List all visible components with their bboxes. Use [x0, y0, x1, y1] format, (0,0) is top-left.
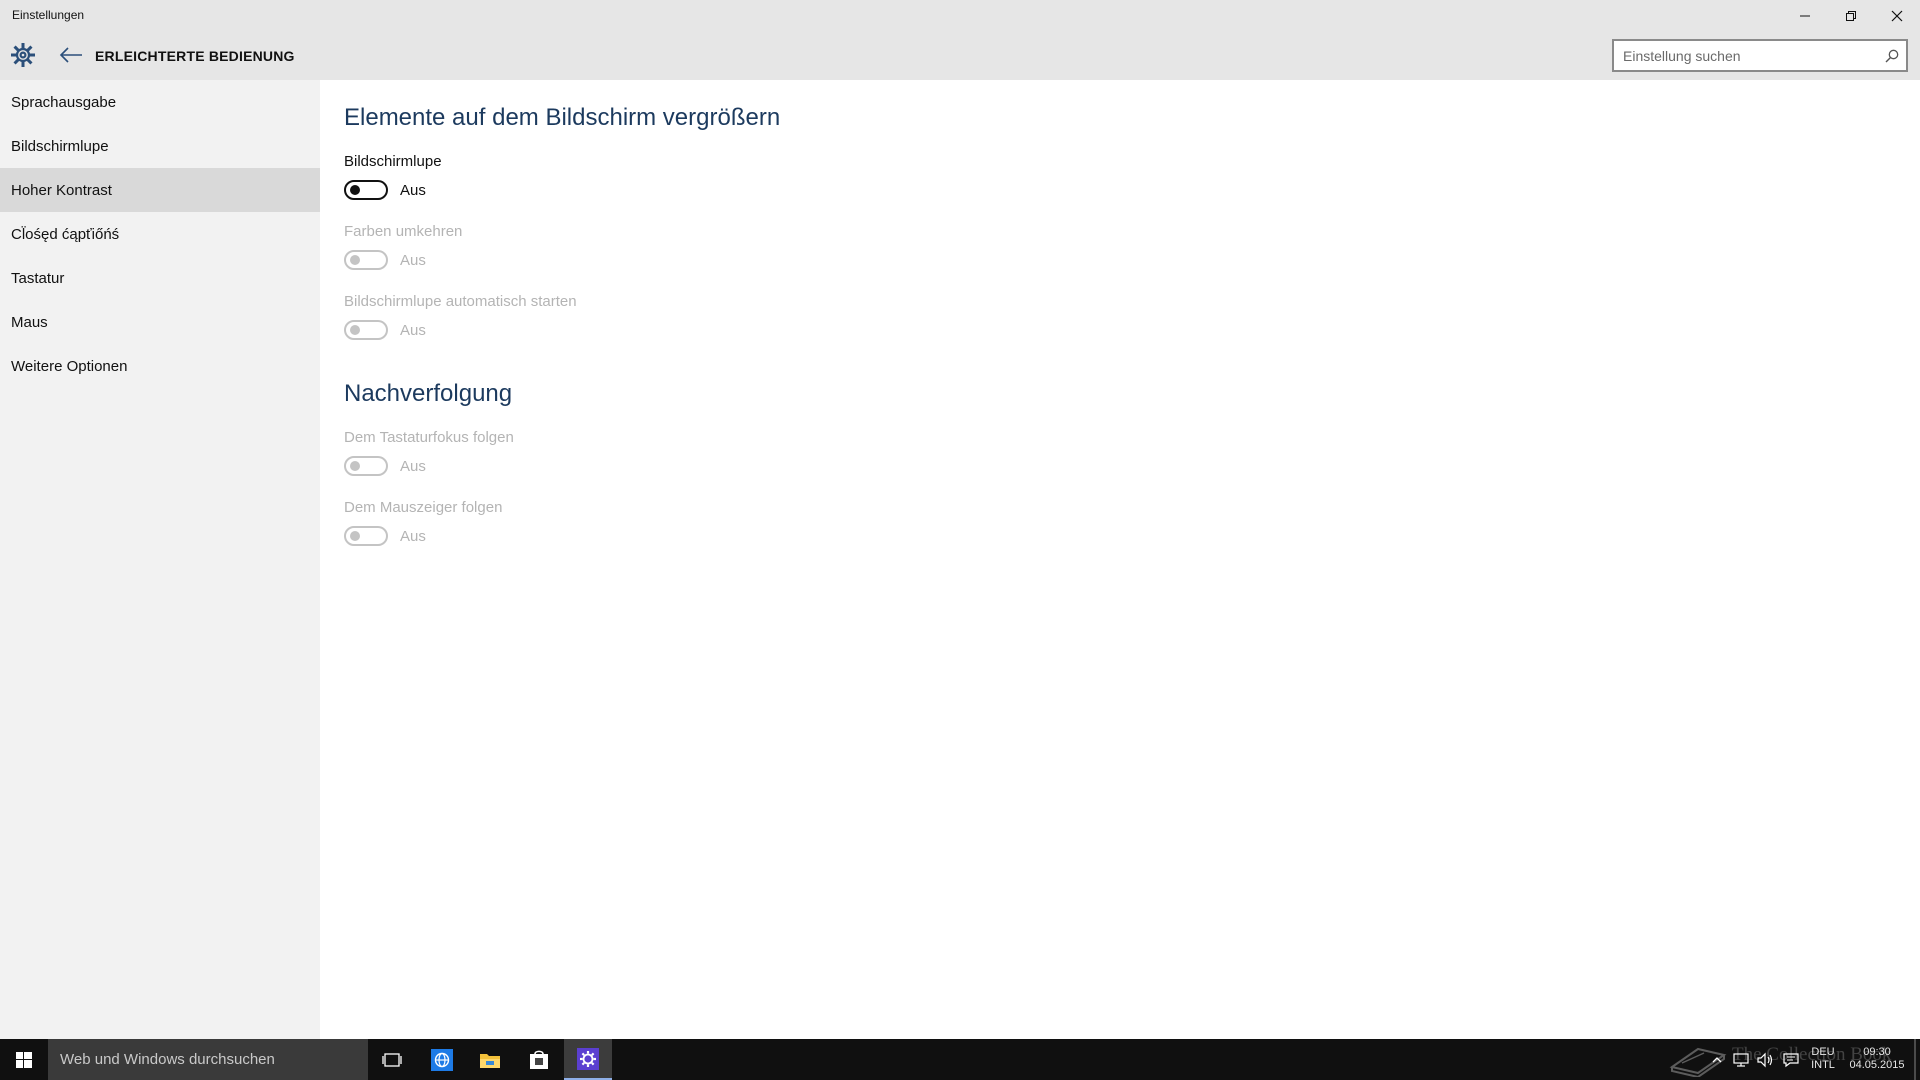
taskbar: Web und Windows durchsuchen The Collecti… — [0, 1039, 1920, 1080]
close-button[interactable] — [1874, 0, 1920, 32]
sidebar: Sprachausgabe Bildschirmlupe Hoher Kontr… — [0, 80, 320, 1039]
store-icon — [530, 1050, 548, 1069]
group-title-magnify: Elemente auf dem Bildschirm vergrößern — [344, 104, 781, 131]
network-icon[interactable] — [1732, 1051, 1750, 1069]
main-content: Elemente auf dem Bildschirm vergrößern B… — [320, 80, 1920, 1039]
settings-app-button[interactable] — [564, 1039, 612, 1080]
sidebar-item-label: Bildschirmlupe — [11, 137, 109, 155]
toggle-mauszeiger[interactable] — [344, 526, 388, 546]
settings-search-box[interactable] — [1612, 39, 1908, 72]
toggle-knob — [350, 531, 360, 541]
store-app-button[interactable] — [515, 1039, 563, 1080]
toggle-bildschirmlupe[interactable] — [344, 180, 388, 200]
clock-time: 09:30 — [1863, 1046, 1891, 1058]
settings-icon — [577, 1047, 599, 1070]
start-button[interactable] — [0, 1039, 48, 1080]
clock-date: 04.05.2015 — [1849, 1059, 1905, 1071]
sidebar-item-weitere-optionen[interactable]: Weitere Optionen — [0, 344, 320, 388]
browser-app-button[interactable] — [418, 1039, 466, 1080]
toggle-knob — [350, 325, 360, 335]
language-indicator[interactable]: DEU INTL — [1808, 1046, 1838, 1072]
setting-label-farben-umkehren: Farben umkehren — [344, 223, 463, 240]
group-title-tracking: Nachverfolgung — [344, 380, 513, 407]
sidebar-item-bildschirmlupe[interactable]: Bildschirmlupe — [0, 124, 320, 168]
back-button[interactable] — [56, 42, 86, 68]
sidebar-item-tastatur[interactable]: Tastatur — [0, 256, 320, 300]
edge-browser-icon — [431, 1048, 453, 1071]
taskbar-search-placeholder: Web und Windows durchsuchen — [60, 1051, 275, 1068]
task-view-button[interactable] — [368, 1039, 416, 1080]
sidebar-item-label: Cl̈ośęd ćąpťiőńś — [11, 225, 120, 243]
toggle-knob — [350, 461, 360, 471]
setting-label-autostart: Bildschirmlupe automatisch starten — [344, 293, 577, 310]
toggle-tastaturfokus[interactable] — [344, 456, 388, 476]
clock[interactable]: 09:30 04.05.2015 — [1846, 1046, 1908, 1072]
search-icon[interactable] — [1885, 49, 1899, 63]
toggle-farben-umkehren[interactable] — [344, 250, 388, 270]
restore-button[interactable] — [1828, 0, 1874, 32]
minimize-icon — [1800, 15, 1810, 17]
setting-label-bildschirmlupe: Bildschirmlupe — [344, 153, 442, 170]
language-code: DEU — [1811, 1046, 1835, 1058]
sidebar-item-label: Tastatur — [11, 269, 65, 287]
back-arrow-icon — [59, 47, 82, 63]
taskbar-search-box[interactable]: Web und Windows durchsuchen — [48, 1039, 368, 1080]
task-view-icon — [382, 1052, 402, 1067]
sidebar-item-maus[interactable]: Maus — [0, 300, 320, 344]
toggle-autostart[interactable] — [344, 320, 388, 340]
action-center-icon[interactable] — [1782, 1051, 1800, 1069]
setting-label-tastaturfokus: Dem Tastaturfokus folgen — [344, 429, 514, 446]
sidebar-item-label: Maus — [11, 313, 48, 331]
sidebar-item-label: Weitere Optionen — [11, 357, 128, 375]
volume-icon[interactable] — [1756, 1051, 1774, 1069]
sidebar-item-closed-captions[interactable]: Cl̈ośęd ćąpťiőńś — [0, 212, 320, 256]
restore-icon — [1846, 11, 1856, 21]
sidebar-item-hoher-kontrast[interactable]: Hoher Kontrast — [0, 168, 320, 212]
file-explorer-button[interactable] — [466, 1039, 514, 1080]
toggle-state-text: Aus — [400, 528, 426, 545]
sidebar-item-label: Sprachausgabe — [11, 93, 117, 111]
setting-label-mauszeiger: Dem Mauszeiger folgen — [344, 499, 503, 516]
show-desktop-button[interactable] — [1914, 1039, 1916, 1080]
sidebar-item-sprachausgabe[interactable]: Sprachausgabe — [0, 80, 320, 124]
toggle-state-text: Aus — [400, 458, 426, 475]
toggle-state-text: Aus — [400, 182, 426, 199]
toggle-state-text: Aus — [400, 322, 426, 339]
close-icon — [1891, 10, 1903, 22]
settings-gear-icon[interactable] — [10, 42, 36, 68]
toggle-state-text: Aus — [400, 252, 426, 269]
windows-logo-icon — [16, 1051, 32, 1068]
toggle-knob — [350, 185, 360, 195]
toggle-knob — [350, 255, 360, 265]
minimize-button[interactable] — [1782, 0, 1828, 32]
title-bar: Einstellungen ERLEICHTERTE BEDIENUNG Ein… — [0, 0, 1920, 80]
show-hidden-icons-icon[interactable] — [1708, 1051, 1726, 1069]
sidebar-item-label: Hoher Kontrast — [11, 181, 112, 199]
file-explorer-icon — [480, 1053, 500, 1068]
window-title: Einstellungen — [12, 8, 85, 22]
keyboard-layout: INTL — [1811, 1059, 1835, 1071]
search-input[interactable] — [1614, 41, 1906, 70]
page-title: ERLEICHTERTE BEDIENUNG — [95, 48, 295, 64]
